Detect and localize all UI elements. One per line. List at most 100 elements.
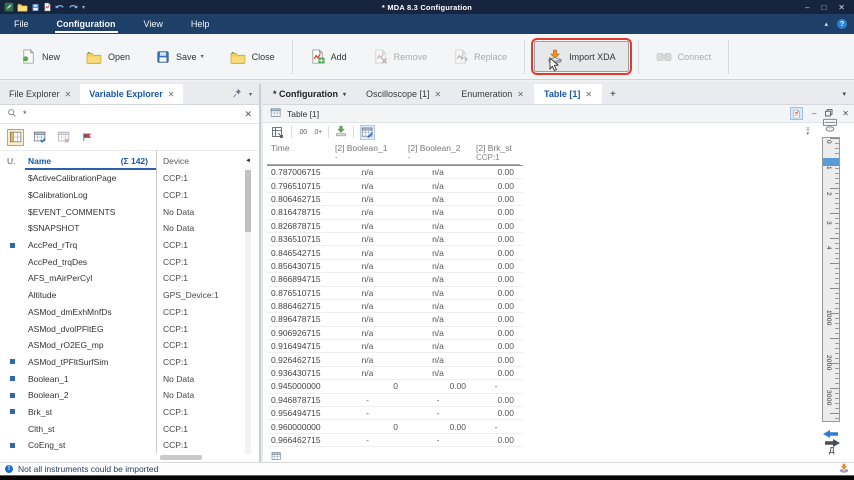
- search-input[interactable]: [23, 109, 238, 119]
- close-tab-icon[interactable]: ✕: [585, 90, 592, 99]
- table-row[interactable]: 0.946878715 - - 0.00: [267, 394, 523, 407]
- close-tab-icon[interactable]: ✕: [517, 90, 524, 99]
- connect-button[interactable]: Connect: [643, 41, 725, 72]
- add-instrument-button[interactable]: Add: [297, 41, 360, 72]
- save-button[interactable]: Save ▾: [143, 42, 217, 72]
- save-dropdown-caret-icon[interactable]: ▾: [201, 53, 204, 60]
- table-row[interactable]: 0.846542715 n/a n/a 0.00: [267, 246, 523, 259]
- instrument-restore-button[interactable]: [825, 109, 833, 119]
- close-tab-icon[interactable]: ✕: [65, 90, 72, 99]
- column-header-brkst[interactable]: [2] Brk_st CCP:1: [472, 141, 520, 165]
- edit-table-icon[interactable]: [360, 125, 375, 140]
- open-file-icon[interactable]: [17, 2, 28, 12]
- variable-row[interactable]: ASMod_dmExhMnfDs CCP:1: [0, 304, 245, 321]
- replace-instrument-button[interactable]: Replace: [440, 41, 520, 72]
- open-button[interactable]: Open: [73, 42, 143, 72]
- table-row[interactable]: 0.806462715 n/a n/a 0.00: [267, 193, 523, 206]
- variable-row[interactable]: $ActiveCalibrationPage CCP:1: [0, 170, 245, 187]
- help-icon[interactable]: ?: [837, 19, 847, 29]
- variable-list-vertical-scrollbar[interactable]: [245, 170, 251, 454]
- variable-row[interactable]: AccPed_trqDes CCP:1: [0, 253, 245, 270]
- table-row[interactable]: 0.906926715 n/a n/a 0.00: [267, 327, 523, 340]
- table-row[interactable]: 0.876510715 n/a n/a 0.00: [267, 287, 523, 300]
- table-row[interactable]: 0.856430715 n/a n/a 0.00: [267, 260, 523, 273]
- variable-row[interactable]: Boolean_1 No Data: [0, 370, 245, 387]
- pin-panel-icon[interactable]: [232, 85, 242, 103]
- variable-row[interactable]: CoEng_st CCP:1: [0, 437, 245, 454]
- show-assigned-variables-icon[interactable]: [31, 129, 48, 146]
- variable-row[interactable]: ASMod_tPFltSurfSim CCP:1: [0, 354, 245, 371]
- variable-row[interactable]: ASMod_dvolPFltEG CCP:1: [0, 320, 245, 337]
- tab-table[interactable]: Table [1] ✕: [534, 84, 602, 104]
- column-header-boolean2[interactable]: [2] Boolean_2 -: [404, 141, 472, 165]
- clear-search-icon[interactable]: ✕: [244, 109, 252, 120]
- variable-row[interactable]: Boolean_2 No Data: [0, 387, 245, 404]
- goto-time-icon[interactable]: [270, 125, 285, 140]
- export-table-icon[interactable]: [335, 125, 347, 139]
- column-header-name[interactable]: Name (Σ 142): [28, 156, 156, 166]
- ruler-options-icon[interactable]: ≡▾: [806, 128, 810, 136]
- variable-row[interactable]: Altitude GPS_Device:1: [0, 287, 245, 304]
- collapse-ribbon-icon[interactable]: ▴: [824, 20, 828, 28]
- tab-configuration[interactable]: * Configuration ▾: [263, 84, 356, 104]
- import-status-icon[interactable]: [839, 463, 849, 475]
- save-file-icon[interactable]: [31, 3, 40, 12]
- variable-row[interactable]: $SNAPSHOT No Data: [0, 220, 245, 237]
- column-header-device[interactable]: Device: [156, 156, 245, 166]
- variable-row[interactable]: AccPed_rTrq CCP:1: [0, 237, 245, 254]
- flag-icon[interactable]: [79, 129, 96, 146]
- new-tab-button[interactable]: +: [602, 84, 624, 104]
- tab-enumeration[interactable]: Enumeration ✕: [451, 84, 534, 104]
- chevron-down-icon[interactable]: ▾: [343, 91, 346, 98]
- variable-row[interactable]: $CalibrationLog CCP:1: [0, 187, 245, 204]
- table-row[interactable]: 0.956494715 - - 0.00: [267, 407, 523, 420]
- time-ruler[interactable]: 0 1 2 3 4 1000 2000 3000: [822, 137, 840, 422]
- undo-icon[interactable]: [55, 3, 65, 12]
- filter-variables-icon[interactable]: [55, 129, 72, 146]
- menu-help[interactable]: Help: [177, 14, 224, 34]
- variable-list-horizontal-scrollbar[interactable]: [0, 455, 245, 461]
- table-row[interactable]: 0.816478715 n/a n/a 0.00: [267, 206, 523, 219]
- table-row[interactable]: 0.866894715 n/a n/a 0.00: [267, 273, 523, 286]
- close-config-button[interactable]: Close: [217, 42, 288, 72]
- table-row[interactable]: 0.836510715 n/a n/a 0.00: [267, 233, 523, 246]
- table-row[interactable]: 0.896478715 n/a n/a 0.00: [267, 313, 523, 326]
- sync-pin-icon[interactable]: Д: [829, 446, 834, 455]
- column-header-time[interactable]: Time: [267, 141, 331, 165]
- close-tab-icon[interactable]: ✕: [168, 90, 175, 99]
- close-button[interactable]: ✕: [838, 3, 845, 12]
- panel-menu-icon[interactable]: ▾: [249, 91, 252, 98]
- app-logo-icon[interactable]: [4, 2, 14, 12]
- remove-instrument-button[interactable]: Remove: [360, 41, 441, 72]
- maximize-button[interactable]: □: [821, 3, 826, 12]
- table-row[interactable]: 0.945000000 0 0.00 -: [267, 380, 523, 393]
- increase-decimals-button[interactable]: .0+: [313, 129, 322, 136]
- visible-range-thumb[interactable]: [823, 158, 839, 166]
- variable-row[interactable]: $EVENT_COMMENTS No Data: [0, 203, 245, 220]
- instrument-list-icon[interactable]: [790, 107, 803, 120]
- menu-view[interactable]: View: [130, 14, 177, 34]
- new-button[interactable]: New: [8, 41, 73, 72]
- decrease-decimals-button[interactable]: .00: [298, 129, 307, 136]
- minimize-button[interactable]: –: [805, 3, 809, 12]
- tab-oscilloscope[interactable]: Oscilloscope [1] ✕: [356, 84, 451, 104]
- variable-row[interactable]: ASMod_rO2EG_mp CCP:1: [0, 337, 245, 354]
- close-tab-icon[interactable]: ✕: [435, 90, 442, 99]
- show-all-variables-icon[interactable]: [7, 129, 24, 146]
- redo-icon[interactable]: [68, 3, 78, 12]
- variable-row[interactable]: Brk_st CCP:1: [0, 404, 245, 421]
- column-header-boolean1[interactable]: [2] Boolean_1 -: [331, 141, 404, 165]
- table-row[interactable]: 0.796510715 n/a n/a 0.00: [267, 179, 523, 192]
- variable-row[interactable]: Clth_st CCP:1: [0, 420, 245, 437]
- table-row[interactable]: 0.916494715 n/a n/a 0.00: [267, 340, 523, 353]
- table-row[interactable]: 0.960000000 0 0.00 -: [267, 420, 523, 433]
- variable-row[interactable]: AFS_mAirPerCyl CCP:1: [0, 270, 245, 287]
- scrollbar-thumb[interactable]: [245, 170, 251, 232]
- menu-configuration[interactable]: Configuration: [43, 14, 130, 34]
- export-file-icon[interactable]: [43, 2, 52, 12]
- tab-variable-explorer[interactable]: Variable Explorer ✕: [80, 84, 183, 104]
- table-row[interactable]: 0.936430715 n/a n/a 0.00: [267, 367, 523, 380]
- tab-overflow-icon[interactable]: ▾: [842, 84, 854, 104]
- time-slider-mode-icon[interactable]: [822, 118, 838, 137]
- info-icon[interactable]: !: [5, 465, 13, 473]
